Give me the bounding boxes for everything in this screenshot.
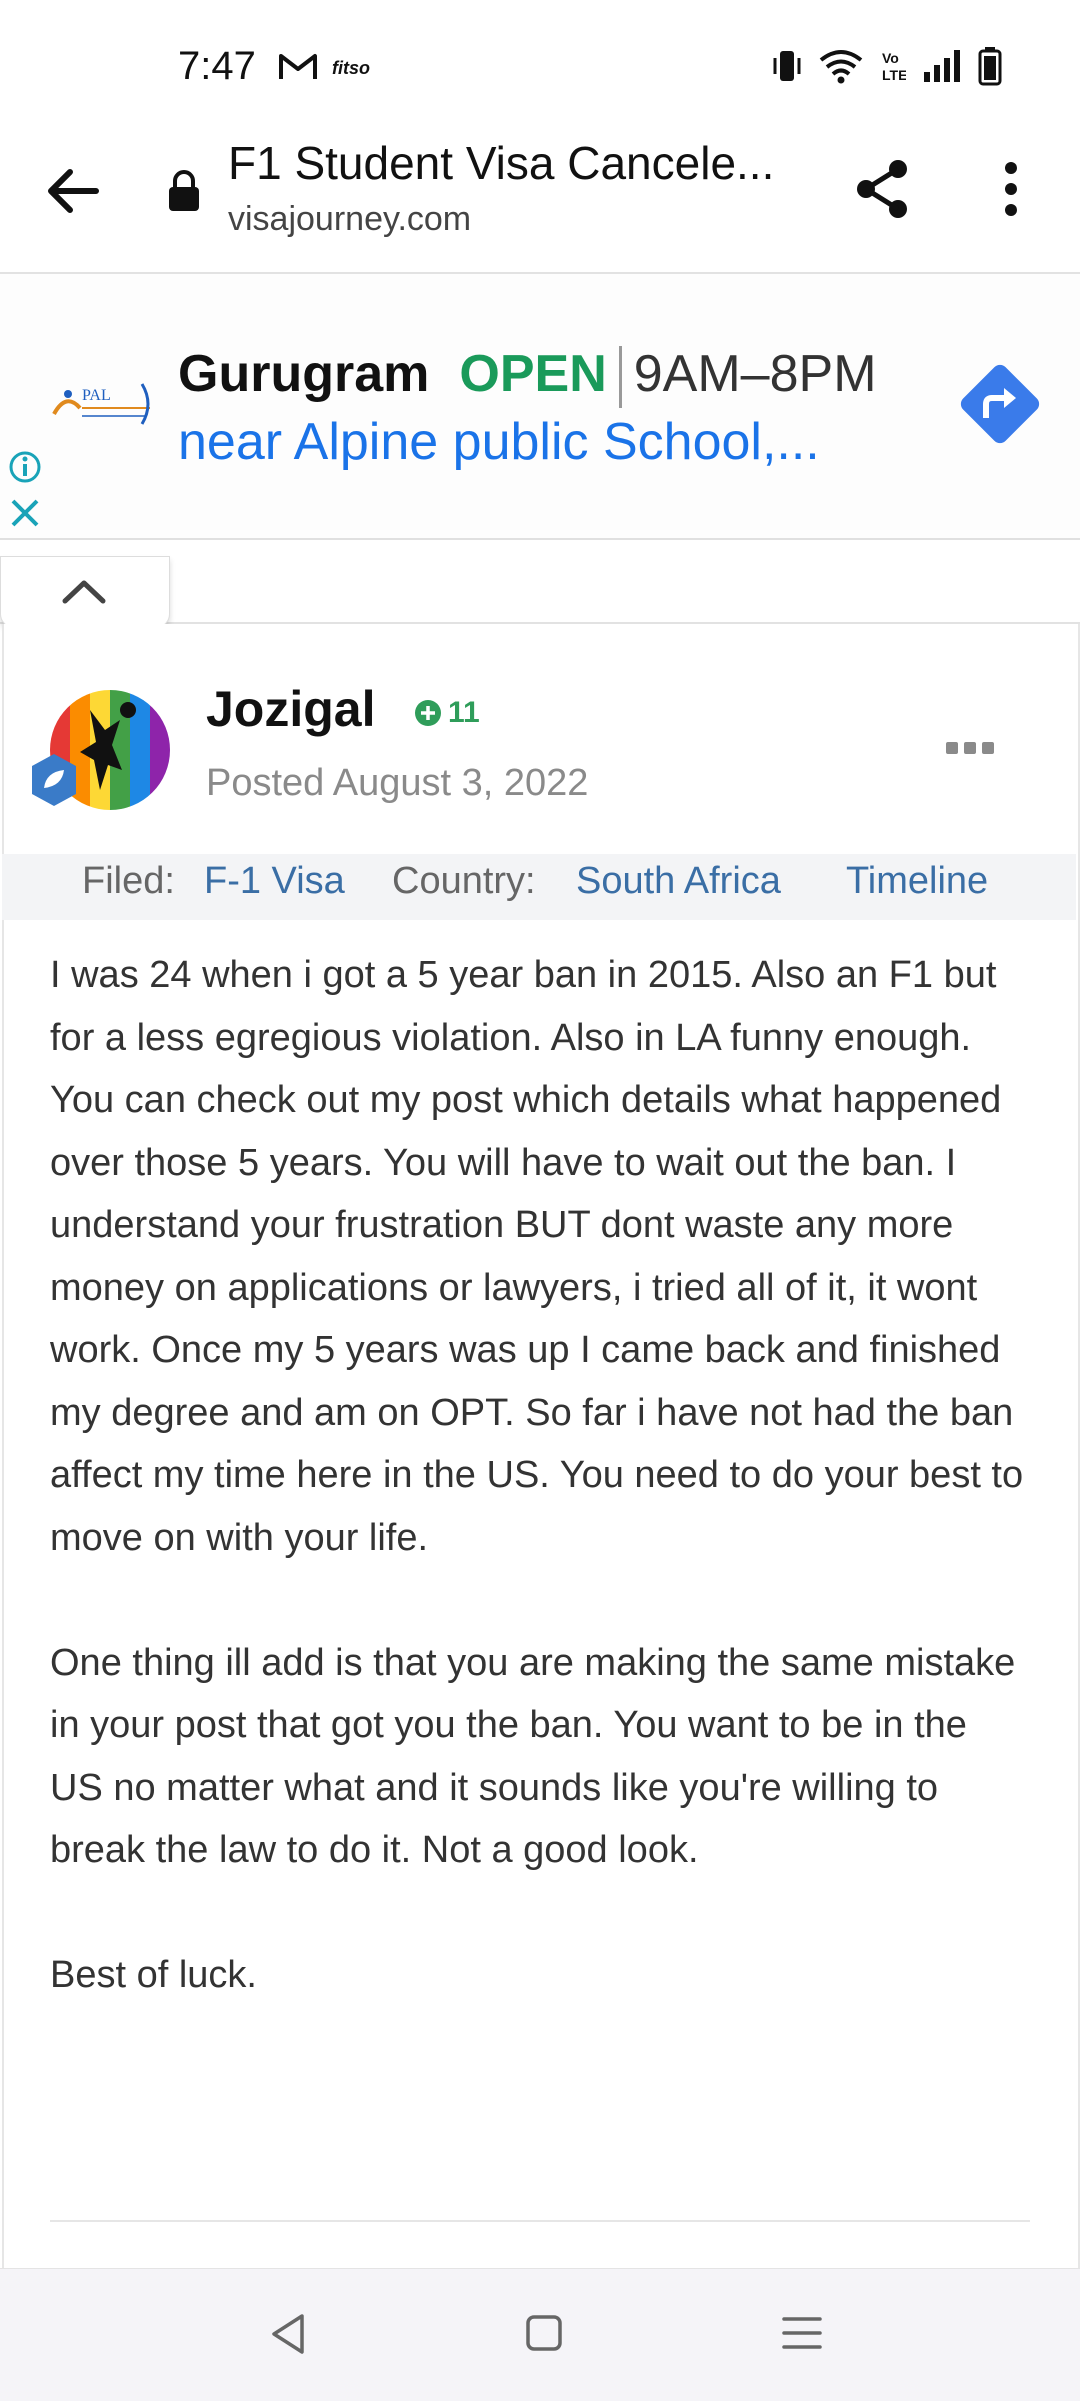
ad-hours: 9AM–8PM (633, 345, 877, 403)
post-paragraph: Best of luck. (50, 1954, 257, 1996)
chevron-up-icon (62, 580, 106, 604)
post-paragraph: I was 24 when i got a 5 year ban in 2015… (50, 954, 1024, 1559)
browser-url-bar: F1 Student Visa Cancele... visajourney.c… (0, 120, 1080, 274)
status-time: 7:47 (178, 44, 256, 88)
volte-icon: Vo LTE (882, 50, 906, 83)
ad-headline[interactable]: Gurugram OPEN 9AM–8PM (178, 344, 877, 409)
filed-value-link[interactable]: F-1 Visa (204, 860, 345, 903)
plus-circle-icon (415, 700, 441, 726)
post-body: I was 24 when i got a 5 year ban in 2015… (50, 944, 1030, 2069)
nav-home-icon[interactable] (524, 2313, 564, 2353)
gmail-icon (279, 54, 317, 79)
ad-banner[interactable]: PAL Gurugram OPEN 9AM–8PM near Alpine publ… (0, 274, 1080, 540)
lock-icon[interactable] (166, 168, 202, 212)
timeline-link[interactable]: Timeline (846, 860, 988, 903)
ad-close-icon[interactable] (8, 496, 42, 530)
post-divider (50, 2220, 1030, 2222)
battery-icon (978, 47, 1002, 86)
share-icon[interactable] (848, 154, 918, 224)
status-bar: 7:47 fitso Vo LTE (0, 0, 1080, 120)
advertiser-logo: PAL (52, 383, 150, 425)
reputation-badge: 11 (414, 696, 480, 730)
nav-back-icon[interactable] (266, 2311, 310, 2357)
country-label: Country: (392, 860, 536, 902)
svg-text:LTE: LTE (882, 67, 906, 83)
country-value-link[interactable]: South Africa (576, 860, 781, 903)
ad-info-icon[interactable] (8, 450, 42, 484)
reputation-count: 11 (448, 696, 480, 729)
signal-icon (924, 50, 960, 82)
overflow-menu-icon[interactable] (976, 154, 1046, 224)
system-nav-bar (0, 2268, 1080, 2401)
back-arrow-icon[interactable] (38, 156, 108, 226)
vibrate-icon (773, 51, 801, 81)
directions-icon[interactable] (952, 356, 1048, 452)
filed-label: Filed: (82, 860, 175, 902)
post-options-icon[interactable] (942, 736, 998, 760)
verified-badge-icon (32, 754, 76, 806)
nav-menu-icon[interactable] (780, 2313, 824, 2353)
status-icons: Vo LTE (772, 46, 1002, 86)
ad-open-status: OPEN (459, 345, 607, 403)
ad-separator (618, 346, 622, 409)
svg-text:PAL: PAL (82, 387, 111, 404)
fitso-app-icon: fitso (332, 58, 370, 78)
svg-text:Vo: Vo (882, 50, 899, 66)
post-author[interactable]: Jozigal (206, 680, 375, 738)
wifi-icon (819, 50, 863, 84)
collapse-ad-button[interactable] (0, 556, 170, 628)
ad-city: Gurugram (178, 345, 430, 403)
post-paragraph: One thing ill add is that you are making… (50, 1641, 1016, 1872)
page-title[interactable]: F1 Student Visa Cancele... (228, 136, 774, 190)
page-domain[interactable]: visajourney.com (228, 200, 471, 239)
post-date: Posted August 3, 2022 (206, 762, 589, 804)
ad-address[interactable]: near Alpine public School,... (178, 412, 820, 472)
